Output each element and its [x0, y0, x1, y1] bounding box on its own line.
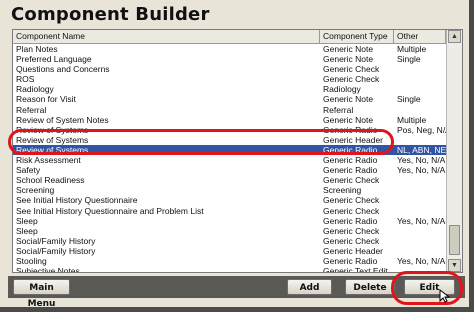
- other-cell: Single: [397, 54, 421, 65]
- component-type-cell: Generic Check: [323, 235, 380, 246]
- table-row[interactable]: Social/Family History Generic Check: [13, 236, 446, 246]
- other-cell: Yes, No, N/A: [397, 155, 446, 166]
- component-name-cell: Reason for Visit: [16, 94, 76, 105]
- component-type-cell: Generic Radio: [323, 215, 378, 226]
- table-row[interactable]: Radiology Radiology: [13, 84, 446, 94]
- other-cell: Multiple: [397, 114, 427, 125]
- component-type-cell: Generic Note: [323, 114, 374, 125]
- column-header-component-type[interactable]: Component Type: [320, 30, 394, 43]
- component-name-cell: Social/Family History: [16, 235, 96, 246]
- component-name-cell: Stooling: [16, 255, 47, 266]
- scroll-down-icon[interactable]: ▼: [448, 259, 461, 272]
- other-cell: Yes, No, N/A: [397, 165, 446, 176]
- other-cell: Multiple: [397, 44, 427, 54]
- other-cell: Yes, No, N/A: [397, 215, 446, 226]
- table-row[interactable]: Questions and Concerns Generic Check: [13, 64, 446, 74]
- component-name-cell: Review of System Notes: [16, 114, 109, 125]
- table-body: Plan Notes Generic Note Multiple Preferred …: [13, 44, 447, 273]
- table-row[interactable]: Stooling Generic Radio Yes, No, N/A: [13, 256, 446, 266]
- table-row[interactable]: Subjective Notes Generic Text Edit: [13, 266, 446, 273]
- vertical-scrollbar[interactable]: ▲ ▼: [446, 30, 462, 272]
- component-name-cell: Referral: [16, 104, 47, 115]
- component-name-cell: Subjective Notes: [16, 266, 80, 273]
- other-cell: Pos, Neg, N/A: [397, 124, 447, 135]
- window-title: Component Builder: [11, 4, 210, 25]
- component-name-cell: See Initial History Questionnaire: [16, 195, 138, 206]
- component-type-cell: Referral: [323, 104, 354, 115]
- selected-row-highlight-annotation: [8, 129, 394, 155]
- component-type-cell: Generic Check: [323, 74, 380, 85]
- table-row[interactable]: Sleep Generic Radio Yes, No, N/A: [13, 216, 446, 226]
- component-name-cell: Sleep: [16, 215, 38, 226]
- component-type-cell: Generic Note: [323, 94, 374, 105]
- table-row[interactable]: See Initial History Questionnaire Generic…: [13, 195, 446, 205]
- table-row[interactable]: School Readiness Generic Check: [13, 175, 446, 185]
- column-header-other[interactable]: Other: [394, 30, 446, 43]
- component-type-cell: Generic Radio: [323, 155, 378, 166]
- table-row[interactable]: Screening Screening: [13, 185, 446, 195]
- edit-button-highlight-annotation: [391, 271, 463, 305]
- table-row[interactable]: Plan Notes Generic Note Multiple: [13, 44, 446, 54]
- delete-button[interactable]: Delete: [345, 279, 395, 295]
- component-name-cell: ROS: [16, 74, 35, 85]
- table-row[interactable]: Reason for Visit Generic Note Single: [13, 94, 446, 104]
- main-menu-button[interactable]: Main Menu: [13, 279, 70, 309]
- component-type-cell: Generic Header: [323, 245, 384, 256]
- component-name-cell: Radiology: [16, 84, 54, 95]
- table-row[interactable]: See Initial History Questionnaire and Pr…: [13, 206, 446, 216]
- component-type-cell: Generic Radio: [323, 255, 378, 266]
- table-header: Component Name Component Type Other: [13, 30, 446, 44]
- component-name-cell: Questions and Concerns: [16, 64, 110, 75]
- table-row[interactable]: Safety Generic Radio Yes, No, N/A: [13, 165, 446, 175]
- scrollbar-thumb[interactable]: [449, 225, 460, 255]
- component-type-cell: Radiology: [323, 84, 361, 95]
- component-type-cell: Screening: [323, 185, 362, 196]
- component-name-cell: School Readiness: [16, 175, 85, 186]
- add-button[interactable]: Add: [287, 279, 332, 295]
- other-cell: NL, ABN, NE: [397, 144, 447, 155]
- table-row[interactable]: ROS Generic Check: [13, 74, 446, 84]
- table-row[interactable]: Referral Referral: [13, 105, 446, 115]
- component-builder-window: Component Builder Component Name Compone…: [0, 0, 474, 312]
- component-type-cell: Generic Check: [323, 175, 380, 186]
- component-name-cell: Safety: [16, 165, 41, 176]
- component-name-cell: Social/Family History: [16, 245, 96, 256]
- component-name-cell: Screening: [16, 185, 55, 196]
- table-row[interactable]: Preferred Language Generic Note Single: [13, 54, 446, 64]
- component-name-cell: Plan Notes: [16, 44, 58, 54]
- component-type-cell: Generic Check: [323, 225, 380, 236]
- table-row[interactable]: Sleep Generic Check: [13, 226, 446, 236]
- scroll-up-icon[interactable]: ▲: [448, 30, 461, 43]
- component-name-cell: Sleep: [16, 225, 38, 236]
- component-type-cell: Generic Note: [323, 44, 374, 54]
- component-type-cell: Generic Check: [323, 64, 380, 75]
- table-row[interactable]: Review of System Notes Generic Note Multip…: [13, 115, 446, 125]
- component-type-cell: Generic Check: [323, 195, 380, 206]
- component-type-cell: Generic Text Edit: [323, 266, 388, 273]
- table-row[interactable]: Social/Family History Generic Header: [13, 246, 446, 256]
- component-type-cell: Generic Radio: [323, 165, 378, 176]
- component-name-cell: Risk Assessment: [16, 155, 81, 166]
- other-cell: Yes, No, N/A: [397, 255, 446, 266]
- column-header-component-name[interactable]: Component Name: [13, 30, 320, 43]
- component-type-cell: Generic Note: [323, 54, 374, 65]
- component-name-cell: Preferred Language: [16, 54, 92, 65]
- table-row[interactable]: Risk Assessment Generic Radio Yes, No, N/A: [13, 155, 446, 165]
- mouse-pointer-icon: [439, 289, 451, 303]
- other-cell: Single: [397, 94, 421, 105]
- component-type-cell: Generic Check: [323, 205, 380, 216]
- component-name-cell: See Initial History Questionnaire and Pr…: [16, 205, 204, 216]
